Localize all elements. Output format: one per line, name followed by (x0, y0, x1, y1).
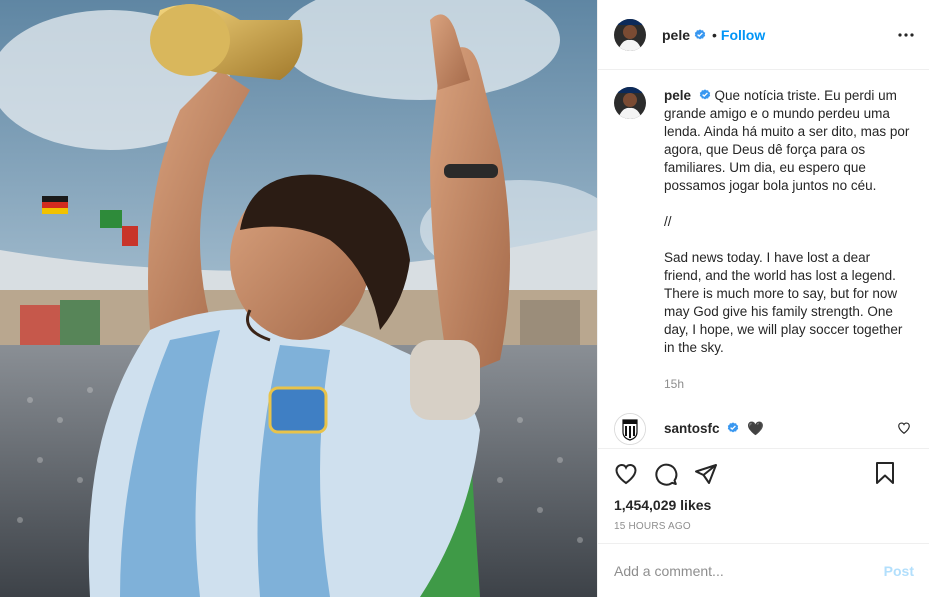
author-avatar[interactable] (614, 18, 646, 51)
author-username[interactable]: pele (662, 27, 690, 43)
post-comment-button[interactable]: Post (884, 563, 914, 579)
verified-badge-icon (728, 422, 739, 433)
verified-badge-icon (699, 89, 710, 100)
heart-icon[interactable] (614, 462, 638, 486)
caption-paragraph-portuguese: Que notícia triste. Eu perdi um grande a… (664, 88, 910, 193)
post-timestamp[interactable]: 15 HOURS AGO (614, 521, 913, 532)
post-photo-illustration (0, 0, 597, 597)
caption-avatar-image (614, 87, 646, 119)
santos-crest-icon (615, 414, 645, 444)
post-header: pele • Follow (598, 0, 929, 70)
commenter-username[interactable]: santosfc (664, 421, 720, 436)
caption-username[interactable]: pele (664, 88, 691, 103)
comments-section[interactable]: pele Que notícia triste. Eu perdi um gra… (598, 71, 929, 448)
share-icon[interactable] (694, 462, 718, 486)
caption-author-avatar[interactable] (614, 87, 646, 119)
commenter-avatar[interactable] (614, 413, 646, 445)
caption-paragraph-english: Sad news today. I have lost a dear frien… (664, 250, 903, 355)
comment-icon[interactable] (654, 462, 678, 486)
comment-like-heart-icon[interactable] (897, 421, 911, 435)
action-icons-row (614, 449, 913, 499)
comment-composer: Post (598, 543, 929, 597)
follow-button[interactable]: Follow (721, 27, 765, 43)
likes-count[interactable]: 1,454,029 likes (614, 497, 913, 513)
author-avatar-image (614, 18, 646, 51)
bookmark-icon[interactable] (873, 461, 897, 485)
caption-paragraph-separator: // (664, 214, 672, 229)
verified-badge-icon (694, 28, 706, 39)
post-actions: 1,454,029 likes 15 HOURS AGO (598, 448, 929, 532)
caption: pele Que notícia triste. Eu perdi um gra… (614, 87, 913, 393)
post-detail-panel: pele • Follow pele Que notícia triste. E… (597, 0, 929, 597)
comment-item: santosfc 🖤 (614, 413, 913, 445)
separator-dot: • (712, 26, 717, 43)
comment-text: santosfc 🖤 (664, 420, 910, 438)
post-image[interactable] (0, 0, 597, 597)
comment-emoji: 🖤 (747, 421, 764, 436)
caption-timestamp[interactable]: 15h (664, 375, 910, 393)
comment-input[interactable] (614, 562, 884, 579)
caption-text: pele Que notícia triste. Eu perdi um gra… (664, 87, 910, 393)
more-options-icon[interactable] (897, 26, 915, 44)
